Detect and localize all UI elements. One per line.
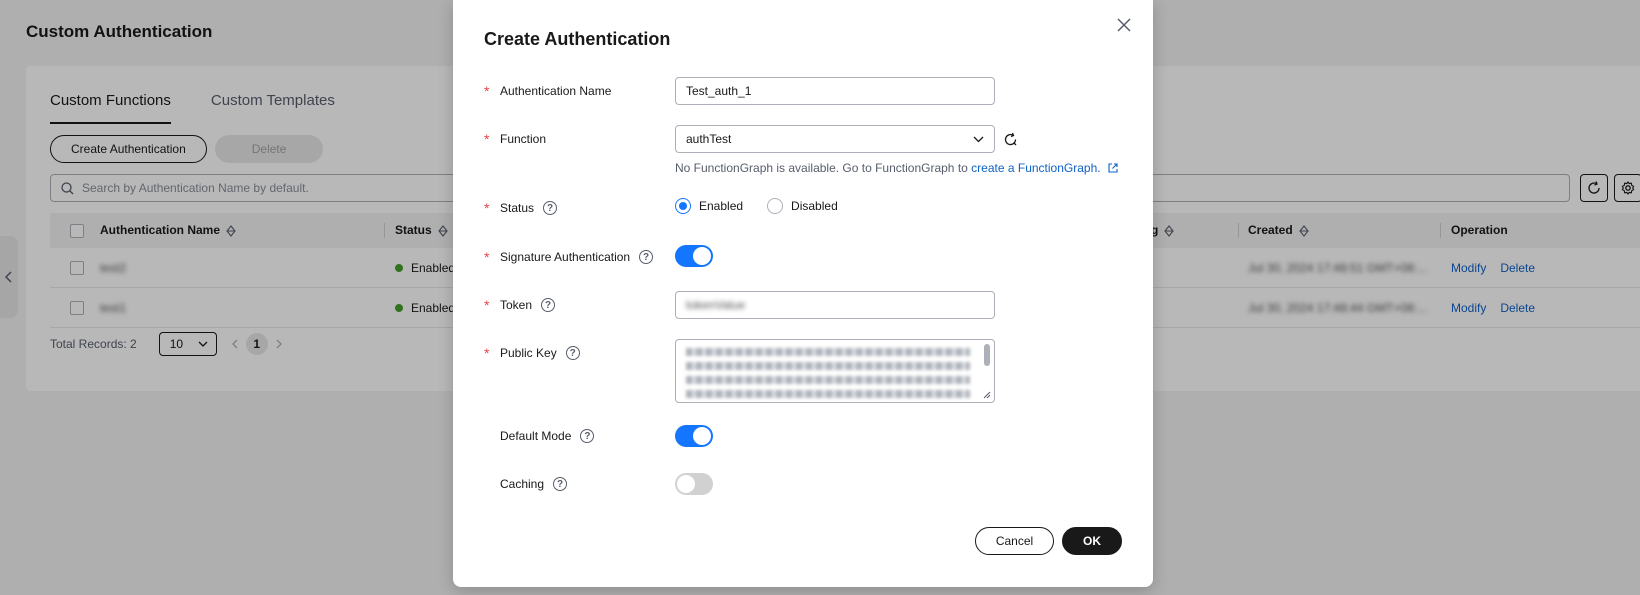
textarea-scrollbar[interactable]	[984, 344, 990, 366]
required-marker: *	[484, 297, 490, 313]
help-icon[interactable]: ?	[553, 477, 568, 491]
form-row-signature: * Signature Authentication?	[484, 245, 1124, 267]
public-key-textarea[interactable]	[675, 339, 995, 403]
help-icon[interactable]: ?	[580, 429, 595, 443]
required-marker: *	[484, 249, 490, 265]
redacted-line	[686, 390, 970, 398]
function-hint: No FunctionGraph is available. Go to Fun…	[675, 161, 1118, 175]
create-authentication-dialog: Create Authentication * Authentication Na…	[453, 0, 1153, 587]
function-select[interactable]: authTest	[675, 125, 995, 153]
help-icon[interactable]: ?	[565, 346, 580, 360]
required-marker: *	[484, 345, 490, 361]
help-icon[interactable]: ?	[543, 201, 558, 215]
redacted-line	[686, 376, 970, 384]
chevron-down-icon	[973, 136, 984, 142]
caching-toggle[interactable]	[675, 473, 713, 495]
create-functiongraph-link[interactable]: create a FunctionGraph.	[971, 161, 1100, 175]
default-mode-toggle[interactable]	[675, 425, 713, 447]
form-row-default-mode: Default Mode?	[484, 425, 1124, 447]
toggle-knob	[693, 247, 711, 265]
page-root: Custom Authentication Custom Functions C…	[0, 0, 1640, 595]
form-row-public-key: * Public Key?	[484, 339, 1124, 403]
form-row-caching: Caching?	[484, 473, 1124, 495]
required-marker: *	[484, 131, 490, 147]
redacted-line	[686, 348, 970, 356]
required-marker: *	[484, 83, 490, 99]
status-enabled-radio[interactable]	[675, 198, 691, 214]
signature-authentication-toggle[interactable]	[675, 245, 713, 267]
cancel-button[interactable]: Cancel	[975, 527, 1054, 555]
dialog-footer: Cancel OK	[975, 527, 1122, 555]
resize-handle-icon[interactable]	[983, 391, 991, 399]
refresh-icon[interactable]	[1003, 132, 1018, 147]
required-marker: *	[484, 200, 490, 216]
toggle-knob	[677, 475, 695, 493]
status-disabled-radio[interactable]	[767, 198, 784, 214]
redacted-line	[686, 362, 970, 370]
toggle-knob	[693, 427, 711, 445]
status-radio-group: Enabled Disabled	[675, 198, 838, 214]
token-input[interactable]: tokenValue	[675, 291, 995, 319]
help-icon[interactable]: ?	[541, 298, 556, 312]
help-icon[interactable]: ?	[639, 250, 654, 264]
dialog-title: Create Authentication	[484, 29, 671, 49]
close-icon[interactable]	[1115, 16, 1133, 34]
external-link-icon[interactable]	[1108, 163, 1118, 173]
ok-button[interactable]: OK	[1062, 527, 1122, 555]
authentication-name-input[interactable]	[675, 77, 995, 105]
